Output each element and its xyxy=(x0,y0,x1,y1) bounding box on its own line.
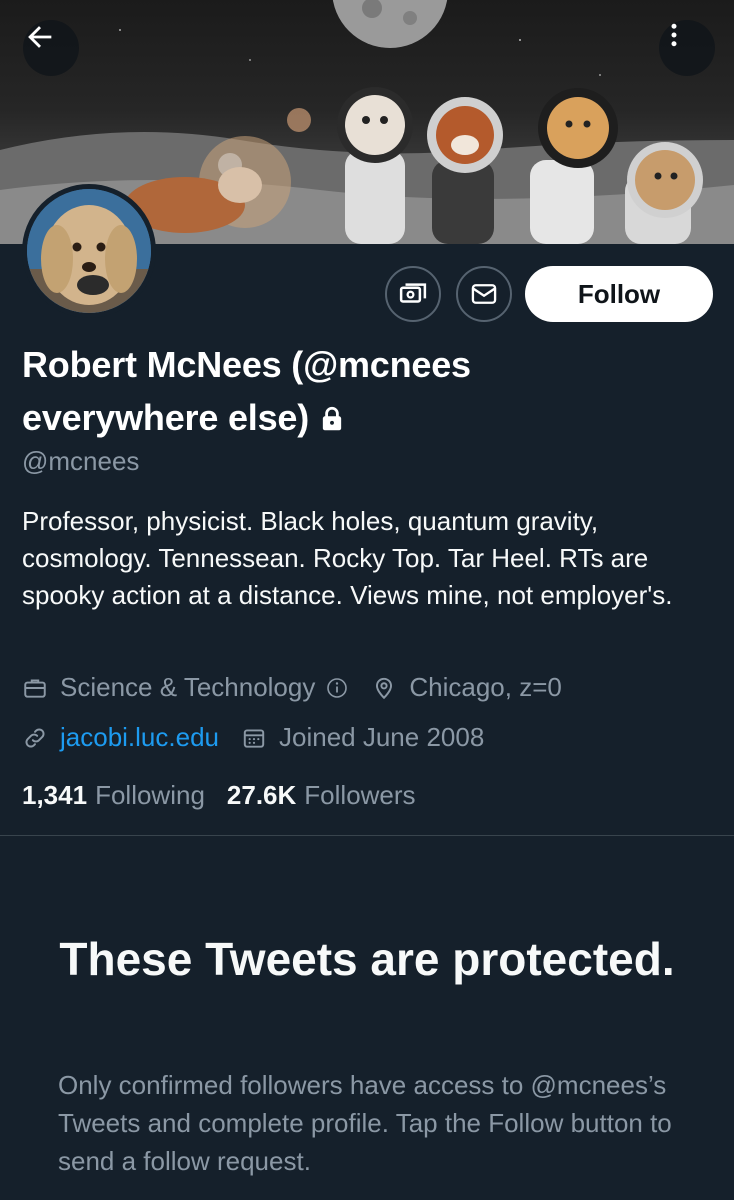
profile-meta-row-2: jacobi.luc.edu Joined June 2008 xyxy=(22,722,484,753)
profile-name: Robert McNees (@mcnees everywhere else) xyxy=(22,338,622,447)
joined-label: Joined June 2008 xyxy=(279,722,485,752)
followers-label: Followers xyxy=(304,780,416,810)
tip-jar-icon xyxy=(399,283,427,303)
follow-counts: 1,341 Following 27.6K Followers xyxy=(22,780,416,811)
followers-count[interactable]: 27.6K Followers xyxy=(227,780,416,811)
tip-button[interactable] xyxy=(385,266,441,322)
protected-title: These Tweets are protected. xyxy=(59,933,675,985)
mail-icon xyxy=(471,284,497,304)
profile-handle: @mcnees xyxy=(22,446,140,476)
message-button[interactable] xyxy=(456,266,512,322)
avatar[interactable] xyxy=(22,184,156,318)
avatar-image xyxy=(27,189,151,313)
more-options-button[interactable] xyxy=(659,20,715,76)
protected-description: Only confirmed followers have access to … xyxy=(58,1070,672,1176)
category-label: Science & Technology xyxy=(60,672,316,702)
profile-name-text: Robert McNees (@mcnees everywhere else) xyxy=(22,344,471,438)
back-button[interactable] xyxy=(23,20,79,76)
calendar-icon xyxy=(243,728,265,748)
profile-meta-row-1: Science & Technology Chicago, z=0 xyxy=(22,672,562,703)
divider xyxy=(0,835,734,836)
following-label: Following xyxy=(95,780,205,810)
info-icon[interactable] xyxy=(325,676,349,700)
more-vertical-icon xyxy=(671,23,677,47)
following-number: 1,341 xyxy=(22,780,88,810)
following-count[interactable]: 1,341 Following xyxy=(22,780,205,811)
lock-icon xyxy=(319,394,345,447)
profile-joined: Joined June 2008 xyxy=(241,722,484,753)
briefcase-icon xyxy=(24,678,46,698)
location-pin-icon xyxy=(376,677,393,699)
profile-bio: Professor, physicist. Black holes, quant… xyxy=(22,506,673,610)
location-label: Chicago, z=0 xyxy=(409,672,562,702)
arrow-left-icon xyxy=(28,26,52,48)
followers-number: 27.6K xyxy=(226,780,297,810)
profile-location: Chicago, z=0 xyxy=(371,672,562,703)
profile-website[interactable]: jacobi.luc.edu xyxy=(22,722,219,753)
follow-button[interactable]: Follow xyxy=(525,266,713,322)
link-icon xyxy=(25,728,45,747)
profile-category: Science & Technology xyxy=(22,672,349,703)
website-link[interactable]: jacobi.luc.edu xyxy=(60,722,219,753)
